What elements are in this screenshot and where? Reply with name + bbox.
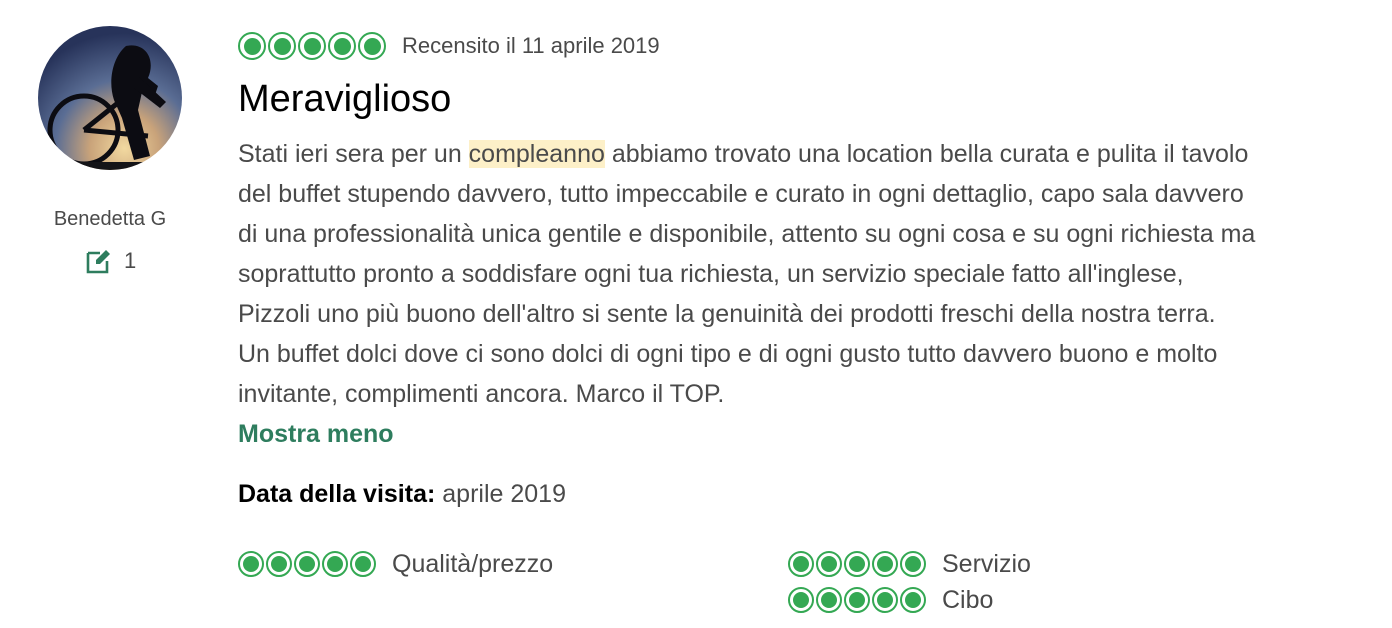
review-title[interactable]: Meraviglioso bbox=[238, 76, 1388, 122]
bubble-icon bbox=[872, 587, 898, 613]
visit-date-label: Data della visita: bbox=[238, 480, 436, 508]
review-body-start: Stati ieri sera per un bbox=[238, 140, 469, 168]
bubble-icon bbox=[788, 587, 814, 613]
bubble-icon bbox=[238, 32, 266, 60]
bubble-icon bbox=[900, 551, 926, 577]
bubble-icon bbox=[816, 551, 842, 577]
bubble-icon bbox=[266, 551, 292, 577]
edit-note-icon bbox=[86, 250, 110, 274]
bubble-icon bbox=[268, 32, 296, 60]
subrating-service: Servizio bbox=[788, 546, 1031, 582]
bubble-icon bbox=[358, 32, 386, 60]
visit-date: Data della visita: aprile 2019 bbox=[238, 474, 1388, 514]
review-date: Recensito il 11 aprile 2019 bbox=[402, 33, 660, 58]
show-less-link[interactable]: Mostra meno bbox=[238, 414, 394, 454]
bubble-rating-icon bbox=[788, 551, 926, 577]
bubble-icon bbox=[328, 32, 356, 60]
bubble-rating-icon bbox=[238, 32, 386, 60]
reviewer-panel: Benedetta G 1 bbox=[30, 26, 190, 274]
subrating-label: Qualità/prezzo bbox=[392, 549, 554, 578]
avatar[interactable] bbox=[38, 26, 182, 170]
bubble-rating-icon bbox=[238, 551, 376, 577]
bubble-icon bbox=[844, 551, 870, 577]
visit-date-value: aprile 2019 bbox=[442, 480, 566, 508]
highlighted-keyword: compleanno bbox=[468, 140, 605, 168]
subrating-food: Cibo bbox=[788, 582, 993, 618]
subrating-label: Servizio bbox=[942, 549, 1031, 578]
bubble-icon bbox=[844, 587, 870, 613]
bubble-icon bbox=[872, 551, 898, 577]
review-header: Recensito il 11 aprile 2019 bbox=[238, 26, 1388, 66]
review-body: Stati ieri sera per un compleanno abbiam… bbox=[238, 134, 1388, 414]
bubble-rating-icon bbox=[788, 587, 926, 613]
subratings: Qualità/prezzo Servizio Cibo bbox=[238, 544, 1238, 624]
review-card: Recensito il 11 aprile 2019 Meraviglioso… bbox=[238, 26, 1388, 514]
bubble-icon bbox=[294, 551, 320, 577]
bubble-icon bbox=[788, 551, 814, 577]
subrating-label: Cibo bbox=[942, 585, 994, 614]
bubble-icon bbox=[298, 32, 326, 60]
contributions-count: 1 bbox=[124, 248, 137, 273]
review-body-rest: abbiamo trovato una location bella curat… bbox=[238, 140, 1256, 408]
contributions: 1 bbox=[84, 246, 136, 276]
bubble-icon bbox=[238, 551, 264, 577]
reviewer-name[interactable]: Benedetta G bbox=[30, 208, 190, 231]
bubble-icon bbox=[900, 587, 926, 613]
subrating-value: Qualità/prezzo bbox=[238, 546, 553, 582]
bubble-icon bbox=[816, 587, 842, 613]
bubble-icon bbox=[350, 551, 376, 577]
bubble-icon bbox=[322, 551, 348, 577]
